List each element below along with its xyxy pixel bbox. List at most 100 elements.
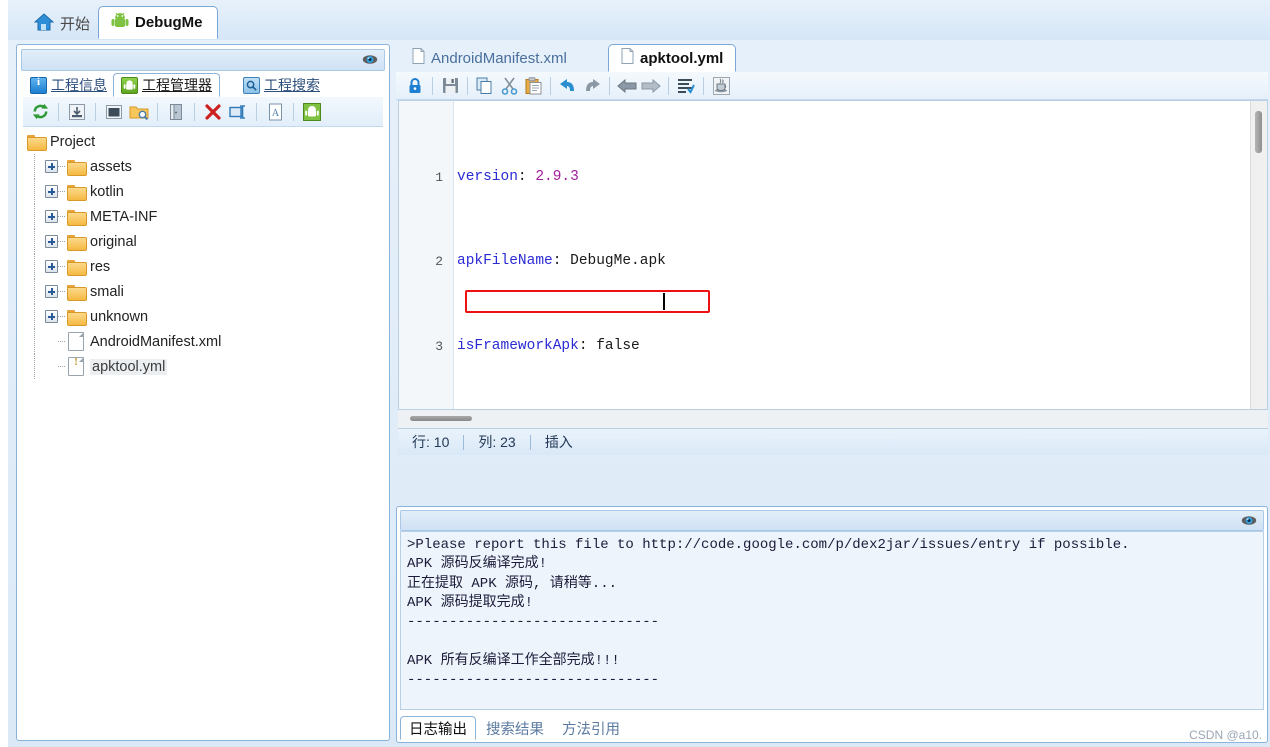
delete-x-icon[interactable]: [202, 101, 224, 123]
copy-icon[interactable]: [474, 75, 496, 97]
log-tab-output[interactable]: 日志输出: [400, 716, 476, 740]
log-tab-output-label: 日志输出: [409, 721, 467, 738]
toolbar-separator: [550, 76, 551, 95]
text-file-icon[interactable]: A: [264, 101, 286, 123]
code-line-text: apkFileName: DebugMe.apk: [457, 253, 666, 270]
text-caret: [663, 293, 665, 310]
tree-row[interactable]: kotlin: [25, 179, 383, 204]
tree-hline: [58, 166, 65, 167]
export-icon[interactable]: [66, 101, 88, 123]
folder-icon: [67, 159, 87, 176]
java-icon[interactable]: [710, 75, 732, 97]
android-icon: [121, 76, 138, 94]
tree-indent: [25, 229, 45, 254]
editor-horizontal-scrollbar[interactable]: [398, 410, 1268, 428]
code-line: 2 apkFileName: DebugMe.apk: [399, 251, 1267, 272]
forward-arrow-icon[interactable]: [640, 75, 662, 97]
editor-tab-apktoolyml-label: apktool.yml: [640, 49, 724, 67]
paste-icon[interactable]: [522, 75, 544, 97]
file-icon: [621, 48, 634, 68]
tree-row-androidmanifest[interactable]: AndroidManifest.xml: [25, 329, 383, 354]
format-lines-icon[interactable]: [675, 75, 697, 97]
expander-icon[interactable]: [45, 235, 58, 248]
code-lines: 1 version: 2.9.3 2 apkFileName: DebugMe.ap…: [399, 103, 1267, 409]
tab-project-manager-label: 工程管理器: [142, 77, 212, 93]
eye-icon[interactable]: [362, 53, 378, 66]
status-insert-mode: 插入: [544, 434, 573, 450]
project-panel-tabs: 工程信息 工程管理器: [23, 73, 383, 98]
scrollbar-thumb[interactable]: [410, 416, 472, 421]
editor-vertical-scrollbar[interactable]: [1250, 101, 1267, 409]
watermark: CSDN @a10.: [1189, 728, 1262, 742]
log-tab-method-refs[interactable]: 方法引用: [554, 716, 628, 740]
editor-tab-apktoolyml[interactable]: apktool.yml: [608, 44, 737, 72]
main-tab-debugme[interactable]: DebugMe: [98, 6, 218, 39]
toolbar-separator: [95, 102, 96, 121]
tree-row[interactable]: META-INF: [25, 204, 383, 229]
status-column: 列: 23: [478, 434, 516, 450]
project-tree: Project assets kotlin META-INF original …: [25, 129, 383, 734]
line-number: 1: [435, 169, 443, 185]
tab-project-search[interactable]: 工程搜索: [236, 73, 327, 97]
toolbar-separator: [467, 76, 468, 95]
expander-icon[interactable]: [45, 285, 58, 298]
tree-row[interactable]: smali: [25, 279, 383, 304]
log-tab-method-refs-label: 方法引用: [562, 721, 620, 738]
tree-row[interactable]: unknown: [25, 304, 383, 329]
home-icon: [33, 12, 55, 35]
tree-row[interactable]: assets: [25, 154, 383, 179]
redo-icon[interactable]: [581, 75, 603, 97]
save-icon[interactable]: [439, 75, 461, 97]
yml-file-icon: [68, 357, 84, 376]
tab-project-manager[interactable]: 工程管理器: [113, 73, 220, 97]
lock-icon[interactable]: [404, 75, 426, 97]
log-tab-search-results[interactable]: 搜索结果: [478, 716, 552, 740]
door-exit-icon[interactable]: [165, 101, 187, 123]
log-panel-header: [400, 510, 1264, 531]
expander-icon[interactable]: [45, 310, 58, 323]
editor-tab-androidmanifest[interactable]: AndroidManifest.xml: [400, 44, 579, 72]
expander-icon[interactable]: [45, 160, 58, 173]
main-tab-start-label: 开始: [60, 16, 91, 33]
scrollbar-thumb[interactable]: [1255, 111, 1262, 153]
code-line-text: isFrameworkApk: false: [457, 338, 640, 355]
rename-icon[interactable]: [227, 101, 249, 123]
expander-icon[interactable]: [45, 185, 58, 198]
window-icon[interactable]: [103, 101, 125, 123]
info-icon: [30, 76, 47, 94]
expander-icon[interactable]: [45, 210, 58, 223]
eye-icon[interactable]: [1241, 514, 1257, 527]
code-editor[interactable]: 1 version: 2.9.3 2 apkFileName: DebugMe.ap…: [398, 100, 1268, 410]
tab-project-info[interactable]: 工程信息: [23, 73, 114, 97]
code-line: 1 version: 2.9.3: [399, 167, 1267, 188]
tree-row-root[interactable]: Project: [25, 129, 383, 154]
application-window: 开始 DebugMe i 工程信息 工程管理器 工程搜索 A Project a…: [0, 0, 1270, 747]
log-tab-strip: 日志输出 搜索结果 方法引用: [400, 712, 1264, 740]
refresh-icon[interactable]: [29, 101, 51, 123]
tree-indent: [25, 354, 45, 379]
tree-indent: [25, 204, 45, 229]
tree-item-label: smali: [90, 283, 124, 300]
main-tab-start[interactable]: 开始: [22, 8, 104, 39]
toolbar-separator: [703, 76, 704, 95]
toolbar-separator: [194, 102, 195, 121]
line-number: 2: [435, 254, 443, 270]
tree-row-apktoolyml[interactable]: apktool.yml: [25, 354, 383, 379]
folder-search-icon[interactable]: [128, 101, 150, 123]
back-arrow-icon[interactable]: [616, 75, 638, 97]
editor-tab-strip: AndroidManifest.xml apktool.yml: [396, 42, 1268, 73]
editor-tab-androidmanifest-label: AndroidManifest.xml: [431, 49, 567, 67]
tree-hline: [58, 291, 65, 292]
tree-item-label: META-INF: [90, 208, 158, 225]
tree-hline: [58, 241, 65, 242]
log-output-text[interactable]: >Please report this file to http://code.…: [400, 531, 1264, 710]
tree-row[interactable]: original: [25, 229, 383, 254]
cut-icon[interactable]: [498, 75, 520, 97]
undo-icon[interactable]: [557, 75, 579, 97]
file-icon: [412, 48, 425, 68]
android-icon: [111, 12, 129, 34]
expander-icon[interactable]: [45, 260, 58, 273]
tree-row[interactable]: res: [25, 254, 383, 279]
tree-indent: [25, 304, 45, 329]
android-build-icon[interactable]: [301, 101, 323, 123]
